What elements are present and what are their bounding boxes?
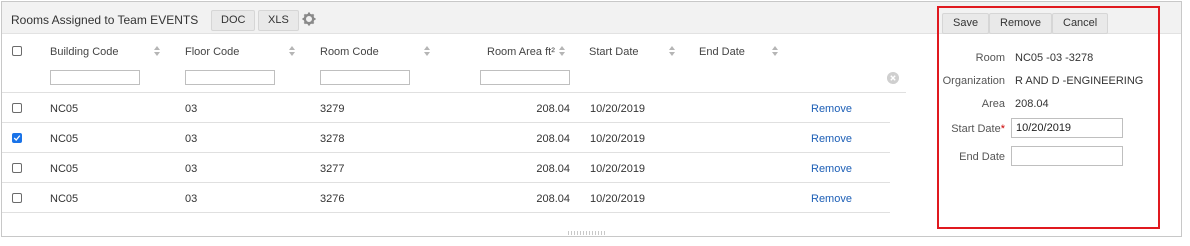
remove-link[interactable]: Remove (811, 193, 852, 205)
room-code-cell: 3277 (320, 163, 345, 175)
column-header-start-date[interactable]: Start Date (589, 46, 639, 58)
clear-filter-icon[interactable] (887, 72, 899, 84)
organization-value: R AND D -ENGINEERING (1015, 75, 1144, 87)
end-date-input[interactable] (1011, 146, 1123, 166)
room-area-cell: 208.04 (536, 163, 570, 175)
building-code-cell: NC05 (50, 163, 79, 175)
area-label: Area (981, 98, 1005, 110)
organization-label: Organization (942, 75, 1005, 87)
xls-export-button[interactable]: XLS (258, 10, 299, 31)
sort-icon[interactable] (771, 45, 779, 57)
remove-link[interactable]: Remove (811, 133, 852, 145)
doc-export-button[interactable]: DOC (211, 10, 256, 31)
floor-code-cell: 03 (185, 133, 198, 145)
room-code-cell: 3276 (320, 193, 345, 205)
resize-grip-icon[interactable] (568, 230, 608, 236)
row-checkbox[interactable] (12, 103, 22, 113)
room-label: Room (975, 52, 1005, 64)
room-area-cell: 208.04 (536, 103, 570, 115)
column-header-building-code[interactable]: Building Code (50, 46, 119, 58)
table-row[interactable]: NC05 03 3279 208.04 10/20/2019 Remove (2, 93, 890, 123)
room-code-cell: 3278 (320, 133, 345, 145)
room-area-cell: 208.04 (536, 193, 570, 205)
checkmark-icon (13, 135, 21, 141)
select-all-checkbox[interactable] (12, 46, 22, 56)
sort-icon[interactable] (668, 45, 676, 57)
row-checkbox[interactable] (12, 163, 22, 173)
required-marker: * (1000, 123, 1005, 135)
table-row[interactable]: NC05 03 3276 208.04 10/20/2019 Remove (2, 183, 890, 213)
grid-header: Building Code Floor Code Room Code Room … (2, 35, 906, 93)
start-date-label-text: Start Date (951, 123, 1001, 135)
room-area-filter-input[interactable] (480, 70, 570, 85)
remove-button[interactable]: Remove (989, 13, 1052, 34)
sort-icon[interactable] (153, 45, 161, 57)
gear-icon[interactable] (302, 12, 316, 26)
start-date-input[interactable]: 10/20/2019 (1011, 118, 1123, 138)
room-value: NC05 -03 -3278 (1015, 52, 1094, 64)
column-header-room-area[interactable]: Room Area ft² (487, 46, 555, 58)
area-value: 208.04 (1015, 98, 1049, 110)
row-checkbox[interactable] (12, 133, 22, 143)
sort-icon[interactable] (423, 45, 431, 57)
remove-link[interactable]: Remove (811, 103, 852, 115)
sort-icon[interactable] (288, 45, 296, 57)
remove-link[interactable]: Remove (811, 163, 852, 175)
cancel-button[interactable]: Cancel (1052, 13, 1109, 34)
column-header-room-code[interactable]: Room Code (320, 46, 379, 58)
room-area-cell: 208.04 (536, 133, 570, 145)
start-date-cell: 10/20/2019 (590, 133, 646, 145)
floor-code-cell: 03 (185, 103, 198, 115)
end-date-label: End Date (959, 151, 1005, 163)
start-date-label: Start Date* (939, 123, 1005, 135)
save-button[interactable]: Save (942, 13, 990, 34)
start-date-cell: 10/20/2019 (590, 193, 646, 205)
floor-code-cell: 03 (185, 193, 198, 205)
start-date-cell: 10/20/2019 (590, 103, 646, 115)
sort-icon[interactable] (558, 45, 566, 57)
floor-code-filter-input[interactable] (185, 70, 275, 85)
column-header-end-date[interactable]: End Date (699, 46, 745, 58)
floor-code-cell: 03 (185, 163, 198, 175)
grid-title: Rooms Assigned to Team EVENTS (11, 13, 199, 27)
building-code-cell: NC05 (50, 193, 79, 205)
room-code-cell: 3279 (320, 103, 345, 115)
rooms-grid-panel: Rooms Assigned to Team EVENTS DOC XLS Bu… (1, 1, 1182, 237)
building-code-cell: NC05 (50, 133, 79, 145)
table-row[interactable]: NC05 03 3278 208.04 10/20/2019 Remove (2, 123, 890, 153)
start-date-cell: 10/20/2019 (590, 163, 646, 175)
room-code-filter-input[interactable] (320, 70, 410, 85)
table-row[interactable]: NC05 03 3277 208.04 10/20/2019 Remove (2, 153, 890, 183)
edit-room-panel: Save Remove Cancel Room NC05 -03 -3278 O… (937, 6, 1160, 229)
column-header-floor-code[interactable]: Floor Code (185, 46, 239, 58)
row-checkbox[interactable] (12, 193, 22, 203)
building-code-cell: NC05 (50, 103, 79, 115)
building-code-filter-input[interactable] (50, 70, 140, 85)
